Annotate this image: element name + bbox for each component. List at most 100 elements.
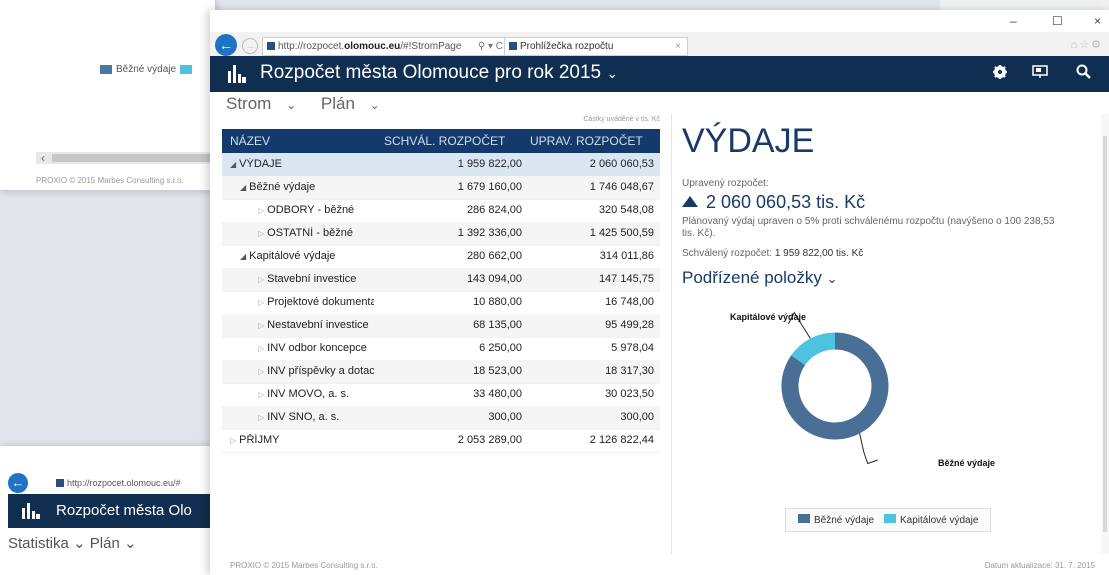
scroll-left-icon[interactable]: ‹	[36, 151, 50, 165]
table-row[interactable]: ▷ PŘÍJMY 2 053 289,00 2 126 822,44	[222, 429, 660, 453]
expand-icon[interactable]: ▷	[258, 298, 264, 307]
sub-items-dropdown[interactable]: Podřízené položky ⌄	[682, 268, 838, 288]
bg-nav-plan[interactable]: Plán	[90, 535, 120, 552]
row-adjusted-budget: 147 145,75	[598, 273, 654, 285]
table-row[interactable]: ▷ Nestavební investice 68 135,00 95 499,28	[222, 314, 660, 338]
bg-address-bar[interactable]: http://rozpocet.olomouc.eu/#	[56, 478, 181, 488]
maximize-button[interactable]: ☐	[1052, 14, 1063, 28]
row-approved-budget: 1 959 822,00	[457, 158, 522, 170]
row-name: VÝDAJE	[239, 158, 282, 170]
chart-legend: Běžné výdaje Kapitálové výdaje	[785, 508, 991, 532]
expand-icon[interactable]: ▷	[258, 321, 264, 330]
background-window-bottom: ← http://rozpocet.olomouc.eu/# Rozpočet …	[0, 446, 215, 575]
legend-label-capital: Kapitálové výdaje	[900, 515, 979, 526]
back-arrow-icon[interactable]: ←	[215, 34, 237, 56]
view-label: Strom	[226, 94, 272, 113]
screen-icon[interactable]	[1030, 64, 1050, 84]
view-dropdown[interactable]: Strom ⌄	[226, 94, 306, 113]
collapse-icon[interactable]: ◢	[240, 183, 246, 192]
browser-tab[interactable]: Prohlížečka rozpočtu ×	[504, 37, 688, 56]
minimize-button[interactable]: –	[1010, 14, 1017, 28]
row-name-cell: ▷ INV příspěvky a dotace	[258, 365, 374, 377]
adjusted-budget-text: 2 060 060,53 tis. Kč	[706, 192, 866, 212]
table-row[interactable]: ▷ OSTATNÍ - běžné 1 392 336,00 1 425 500,59	[222, 222, 660, 246]
address-icons[interactable]: ⚲ ▾ C	[478, 38, 503, 55]
address-prefix: http://rozpocet.	[278, 41, 345, 52]
legend-label: Běžné výdaje	[116, 64, 177, 75]
table-row[interactable]: ◢ VÝDAJE 1 959 822,00 2 060 060,53	[222, 153, 660, 177]
table-row[interactable]: ▷Projektové dokumentace 10 880,00 16 748,0…	[222, 291, 660, 315]
table-row[interactable]: ▷ INV odbor koncepce 6 250,00 5 978,04	[222, 337, 660, 361]
expand-icon[interactable]: ▷	[258, 229, 264, 238]
row-adjusted-budget: 320 548,08	[598, 204, 654, 216]
bg-nav-stats[interactable]: Statistika	[8, 535, 69, 552]
row-adjusted-budget: 5 978,04	[611, 342, 654, 354]
row-name: PŘÍJMY	[239, 434, 280, 446]
scrollbar-thumb[interactable]	[1103, 136, 1107, 532]
back-arrow-icon[interactable]: ←	[8, 473, 28, 493]
col-header-approved[interactable]: SCHVÁL. ROZPOČET	[384, 134, 505, 148]
expand-icon[interactable]: ▷	[258, 206, 264, 215]
row-name: Stavební investice	[267, 273, 357, 285]
row-adjusted-budget: 95 499,28	[605, 319, 654, 331]
legend-label-current: Běžné výdaje	[814, 515, 875, 526]
gear-icon[interactable]	[990, 64, 1010, 84]
collapse-icon[interactable]: ◢	[230, 160, 236, 169]
donut-slice-capital[interactable]	[791, 332, 836, 366]
expand-icon[interactable]: ▷	[258, 344, 264, 353]
table-row[interactable]: ◢ Běžné výdaje 1 679 160,00 1 746 048,67	[222, 176, 660, 200]
row-name-cell: ▷ OSTATNÍ - běžné	[258, 227, 374, 239]
legend-swatch-current	[798, 514, 810, 523]
row-adjusted-budget: 2 126 822,44	[589, 434, 654, 446]
expand-icon[interactable]: ▷	[258, 275, 264, 284]
row-name-cell: ◢ Běžné výdaje	[240, 181, 392, 193]
tab-title: Prohlížečka rozpočtu	[520, 41, 614, 52]
expand-icon[interactable]: ▷	[258, 367, 264, 376]
detail-title: VÝDAJE	[682, 122, 815, 160]
table-row[interactable]: ▷ INV MOVO, a. s. 33 480,00 30 023,50	[222, 383, 660, 407]
col-header-name[interactable]: NÁZEV	[230, 134, 270, 148]
page-icon	[267, 42, 275, 50]
table-row[interactable]: ▷ Stavební investice 143 094,00 147 145,75	[222, 268, 660, 292]
table-row[interactable]: ▷ ODBORY - běžné 286 824,00 320 548,08	[222, 199, 660, 223]
legend-item-capital[interactable]: Kapitálové výdaje	[884, 514, 978, 526]
mode-dropdown[interactable]: Plán ⌄	[321, 94, 390, 113]
row-adjusted-budget: 18 317,30	[605, 365, 654, 377]
row-approved-budget: 2 053 289,00	[457, 434, 522, 446]
forward-arrow-icon[interactable]: →	[242, 38, 258, 54]
search-icon[interactable]	[1073, 64, 1093, 84]
legend-swatch-current	[100, 65, 112, 74]
table-row[interactable]: ▷ INV příspěvky a dotace 18 523,00 18 317,3…	[222, 360, 660, 384]
tab-close-icon[interactable]: ×	[675, 38, 681, 55]
legend-item-current[interactable]: Běžné výdaje	[798, 514, 874, 526]
horizontal-scrollbar[interactable]: ‹	[36, 151, 215, 165]
app-header: Rozpočet města Olomouce pro rok 2015 ⌄	[210, 56, 1109, 92]
collapse-icon[interactable]: ◢	[240, 252, 246, 261]
close-window-button[interactable]: ×	[1094, 14, 1101, 28]
col-header-adjusted[interactable]: UPRAV. ROZPOČET	[530, 134, 643, 148]
expand-icon[interactable]: ▷	[230, 436, 236, 445]
vertical-scrollbar[interactable]	[1101, 114, 1109, 554]
table-row[interactable]: ◢ Kapitálové výdaje 280 662,00 314 011,86	[222, 245, 660, 269]
panel-divider	[671, 114, 672, 554]
row-name-cell: ▷ INV SNO, a. s.	[258, 411, 374, 423]
table-row[interactable]: ▷ INV SNO, a. s. 300,00 300,00	[222, 406, 660, 430]
scrollbar-thumb[interactable]	[52, 154, 215, 162]
address-bar[interactable]: http://rozpocet.olomouc.eu/#!StromPage ⚲…	[262, 37, 508, 56]
row-adjusted-budget: 1 746 048,67	[589, 181, 654, 193]
main-browser-window: – ☐ × ← → http://rozpocet.olomouc.eu/#!S…	[210, 10, 1109, 575]
chevron-down-icon: ⌄	[286, 98, 297, 112]
row-adjusted-budget: 1 425 500,59	[589, 227, 654, 239]
browser-side-icons[interactable]: ⌂☆⚙	[1071, 38, 1103, 51]
expand-icon[interactable]: ▷	[258, 413, 264, 422]
row-name-cell: ▷ INV odbor koncepce	[258, 342, 374, 354]
legend-swatch-capital	[180, 65, 193, 74]
bg-subnav: Statistika ⌄ Plán ⌄	[8, 534, 137, 552]
app-title[interactable]: Rozpočet města Olomouce pro rok 2015 ⌄	[260, 62, 618, 84]
row-name: OSTATNÍ - běžné	[267, 227, 353, 239]
adjusted-budget-value: 2 060 060,53 tis. Kč	[682, 192, 865, 213]
leader-line-current	[859, 433, 878, 465]
row-name: ODBORY - běžné	[267, 204, 355, 216]
expand-icon[interactable]: ▷	[258, 390, 264, 399]
row-name: Běžné výdaje	[249, 181, 316, 193]
